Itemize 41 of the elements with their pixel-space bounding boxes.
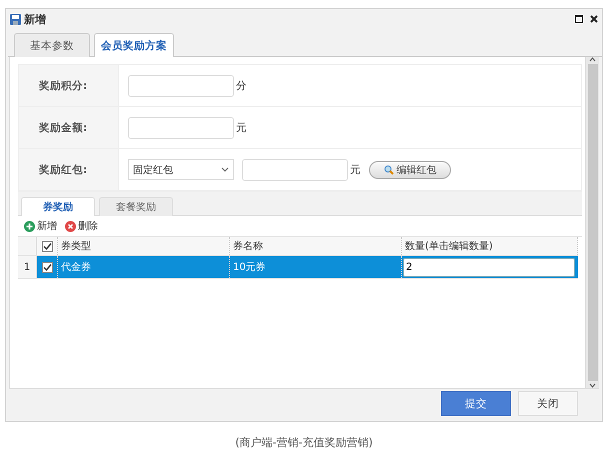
field-label: 奖励红包: — [19, 149, 119, 190]
chevron-down-icon — [221, 167, 229, 172]
tab[interactable]: 套餐奖励 — [99, 197, 173, 216]
input-field[interactable] — [128, 74, 234, 96]
unit-label: 元 — [350, 162, 361, 176]
chevron-up-icon — [589, 57, 596, 62]
checkbox[interactable] — [42, 262, 52, 272]
unit-label: 元 — [236, 120, 247, 134]
row-number: 1 — [18, 256, 37, 278]
check-icon — [42, 242, 52, 250]
window-title: 新增 — [24, 12, 47, 26]
tab[interactable]: 券奖励 — [21, 197, 95, 216]
table-cell: 代金券 — [58, 256, 230, 278]
add-button[interactable]: 新增 — [24, 219, 57, 233]
quantity-field[interactable]: 2 — [403, 258, 575, 277]
close-icon[interactable] — [590, 15, 598, 23]
input-field[interactable] — [128, 116, 234, 138]
tab[interactable]: 基本参数 — [14, 33, 90, 57]
input-field[interactable] — [242, 158, 348, 180]
dropdown[interactable]: 固定红包 — [128, 159, 234, 180]
field-label: 奖励金额: — [19, 107, 119, 148]
close-button[interactable]: 关闭 — [518, 391, 578, 416]
check-icon — [42, 262, 52, 272]
column-header: 券类型 — [58, 237, 230, 255]
tab[interactable]: 会员奖励方案 — [94, 33, 174, 57]
delete-button[interactable]: 删除 — [65, 219, 98, 233]
submit-button[interactable]: 提交 — [441, 391, 511, 416]
checkbox[interactable] — [42, 240, 52, 252]
field-label: 奖励积分: — [19, 65, 119, 106]
column-header: 数量(单击编辑数量) — [402, 237, 578, 255]
scrollbar[interactable] — [585, 57, 599, 388]
unit-label: 分 — [236, 78, 247, 92]
plus-icon — [24, 220, 35, 232]
search-icon — [384, 164, 394, 174]
edit-button[interactable]: 编辑红包 — [369, 160, 451, 178]
close-icon — [65, 220, 76, 232]
table-cell: 10元券 — [230, 256, 402, 278]
column-header: 券名称 — [230, 237, 402, 255]
chevron-down-icon — [589, 383, 596, 388]
maximize-icon[interactable] — [575, 15, 583, 23]
caption: (商户端-营销-充值奖励营销) — [234, 435, 374, 450]
